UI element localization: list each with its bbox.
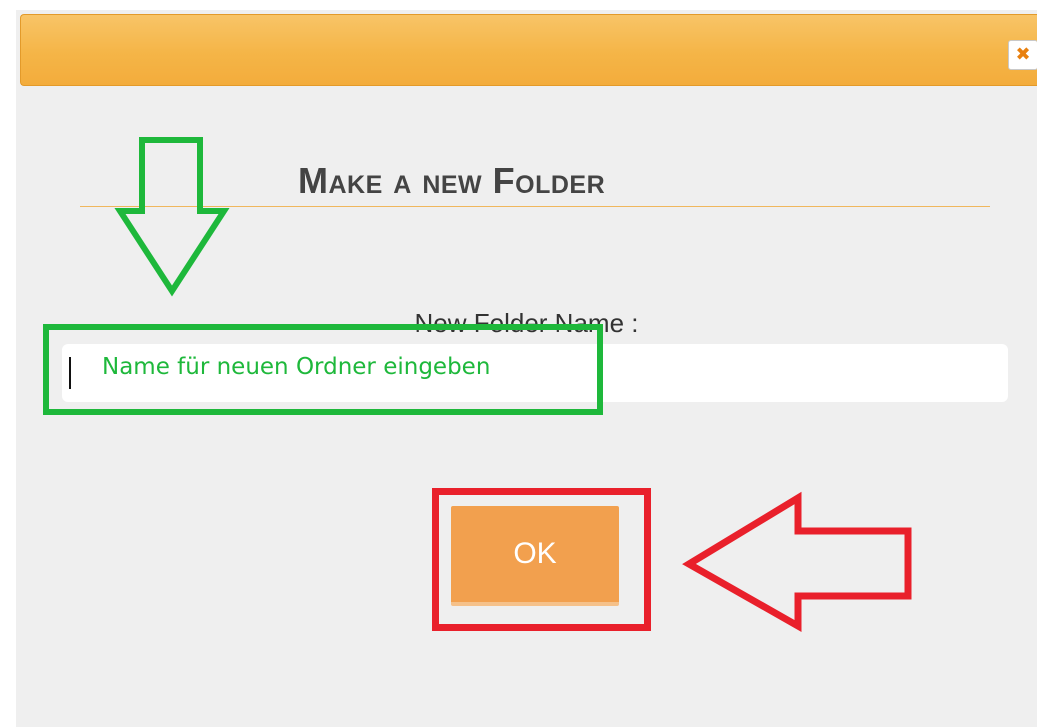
input-hint-annotation: Name für neuen Ordner eingeben	[102, 354, 491, 380]
page: ✖ Make a new Folder New Folder Name : Na…	[0, 0, 1037, 727]
ok-highlight-box	[432, 488, 651, 631]
close-icon: ✖	[1015, 44, 1031, 65]
new-folder-dialog: ✖ Make a new Folder New Folder Name : Na…	[16, 10, 1037, 727]
close-button[interactable]: ✖	[1008, 40, 1037, 70]
page-title: Make a new Folder	[298, 160, 606, 201]
title-divider	[80, 206, 990, 207]
dialog-titlebar: ✖	[20, 14, 1037, 86]
